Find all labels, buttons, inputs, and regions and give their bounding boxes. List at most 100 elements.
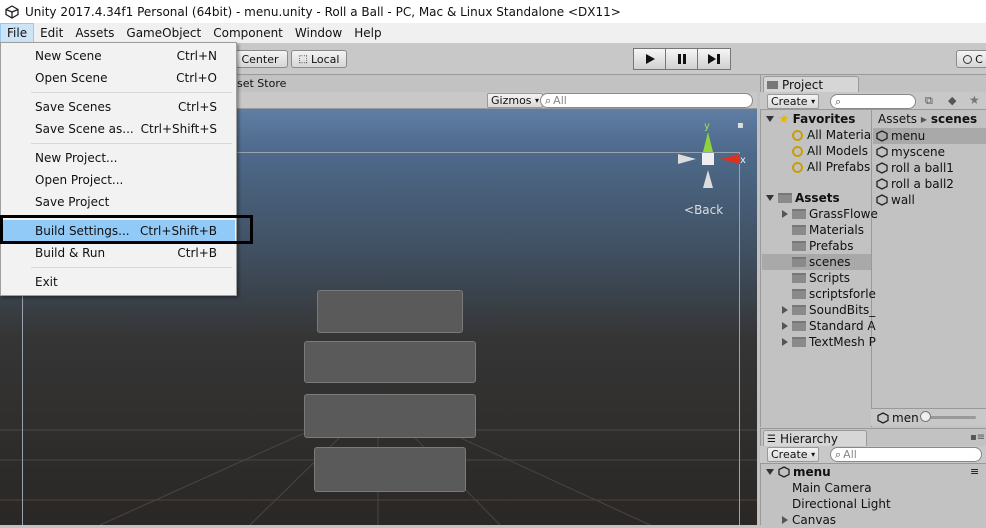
slider-thumb[interactable] [920,411,931,422]
dropdown-arrow-icon: ▾ [811,450,816,459]
scene-file[interactable]: roll a ball2 [876,176,954,192]
unity-scene-icon [778,466,790,478]
menu-item-new-project[interactable]: New Project... [2,147,235,169]
hierarchy-item[interactable]: Main Camera [792,480,872,496]
collapse-icon [782,322,788,330]
tree-folder[interactable]: Prefabs [792,238,854,254]
unity-scene-icon [876,146,888,158]
tree-folder[interactable]: Scripts [792,270,850,286]
menu-separator [31,143,232,144]
tab-asset-store[interactable]: set Store [237,77,286,90]
tree-folder[interactable]: SoundBits_ [782,302,875,318]
tree-folder[interactable]: TextMesh P [782,334,876,350]
dropdown-arrow-icon: ▾ [535,96,540,105]
collapse-icon [782,516,788,524]
canvas-ui-button-2[interactable] [304,341,476,383]
expand-icon [766,195,774,201]
back-arrow-icon: < [684,203,695,217]
menu-file[interactable]: File [0,23,35,43]
pause-button[interactable] [665,48,699,70]
menu-help[interactable]: Help [348,23,387,43]
pivot-center-button[interactable]: Center [232,50,288,68]
tree-item-favorite[interactable]: All Prefabs [792,159,870,175]
unity-scene-icon [877,412,889,424]
project-create-button[interactable]: Create ▾ [767,94,820,109]
dropdown-arrow-icon: ▾ [811,97,816,106]
menu-window[interactable]: Window [289,23,348,43]
breadcrumb-root[interactable]: Assets [878,112,917,126]
folder-icon [792,257,806,267]
play-button[interactable] [633,48,667,70]
menu-item-save-scenes[interactable]: Save Scenes Ctrl+S [2,96,235,118]
folder-icon [767,81,778,89]
panel-options-icon[interactable]: ▪≡ [970,432,985,443]
tree-folder-selected[interactable]: scenes [792,254,850,270]
menu-edit[interactable]: Edit [34,23,69,43]
tree-item-favorite[interactable]: All Models [792,143,868,159]
tab-project[interactable]: Project [763,76,859,93]
canvas-ui-button-3[interactable] [304,394,476,438]
tree-folder[interactable]: scriptsforle [792,286,876,302]
selected-asset-path: men [877,410,919,426]
hierarchy-scene-root[interactable]: menu [766,464,831,480]
hierarchy-item[interactable]: Canvas [782,512,836,528]
axis-y-label: y [704,121,710,132]
menu-item-save-project[interactable]: Save Project [2,191,235,213]
tab-hierarchy[interactable]: ☰ Hierarchy [763,430,867,447]
folder-icon [792,209,806,219]
play-icon [646,54,655,64]
tree-folder[interactable]: Standard A [782,318,876,334]
menu-component[interactable]: Component [207,23,289,43]
menu-assets[interactable]: Assets [69,23,120,43]
scene-options-icon[interactable]: ≡ [970,465,979,478]
breadcrumb: Assets ▶ scenes [878,111,977,127]
search-icon: ⌕ [835,94,842,108]
hierarchy-search-input[interactable]: ⌕ All [830,447,982,462]
local-icon: ⬚ [298,53,308,65]
hierarchy-create-button[interactable]: Create ▾ [767,447,820,462]
collapse-icon [782,306,788,314]
collab-button[interactable]: C [956,50,986,68]
menu-item-new-scene[interactable]: New Scene Ctrl+N [2,45,235,67]
unity-scene-icon [876,162,888,174]
menu-item-save-scene-as[interactable]: Save Scene as... Ctrl+Shift+S [2,118,235,140]
canvas-ui-button-4[interactable] [314,447,466,492]
menu-gameobject[interactable]: GameObject [120,23,207,43]
pause-icon [678,54,686,64]
search-filter-icon [792,161,803,173]
menu-item-build-and-run[interactable]: Build & Run Ctrl+B [2,242,235,264]
folder-icon [792,241,806,251]
tree-folder[interactable]: GrassFlowe [782,206,878,222]
project-search-input[interactable]: ⌕ [830,94,916,109]
unity-scene-icon [876,130,888,142]
lock-icon[interactable]: ▪ [737,120,744,131]
scene-search-input[interactable]: ⌕ All [540,93,753,108]
menu-item-exit[interactable]: Exit [2,271,235,293]
scene-file[interactable]: roll a ball1 [876,160,954,176]
tree-folder[interactable]: Materials [792,222,864,238]
breadcrumb-current[interactable]: scenes [931,112,977,126]
folder-icon [792,289,806,299]
menu-item-open-scene[interactable]: Open Scene Ctrl+O [2,67,235,89]
perspective-label[interactable]: <Back [684,203,723,217]
canvas-ui-button-1[interactable] [317,290,463,333]
gizmos-dropdown[interactable]: Gizmos ▾ [487,93,544,108]
favorite-star-icon[interactable]: ★ [969,93,980,107]
search-filter-icon [792,129,803,141]
folder-icon [792,273,806,283]
hierarchy-item[interactable]: Directional Light [792,496,891,512]
window-title: Unity 2017.4.34f1 Personal (64bit) - men… [25,4,621,19]
scene-file[interactable]: myscene [876,144,945,160]
scene-file-selected[interactable]: menu [876,128,925,144]
scene-file[interactable]: wall [876,192,915,208]
pivot-local-button[interactable]: ⬚ Local [291,50,347,68]
menu-item-open-project[interactable]: Open Project... [2,169,235,191]
list-icon: ☰ [767,433,776,445]
folder-icon [778,193,792,203]
step-button[interactable] [697,48,731,70]
tree-item-favorite[interactable]: All Materia [792,127,871,143]
tree-favorites[interactable]: ★ Favorites [766,111,855,127]
tree-assets[interactable]: Assets [766,190,840,206]
filter-label-icon[interactable]: ◆ [948,94,956,107]
filter-type-icon[interactable]: ⧉ [925,94,933,108]
